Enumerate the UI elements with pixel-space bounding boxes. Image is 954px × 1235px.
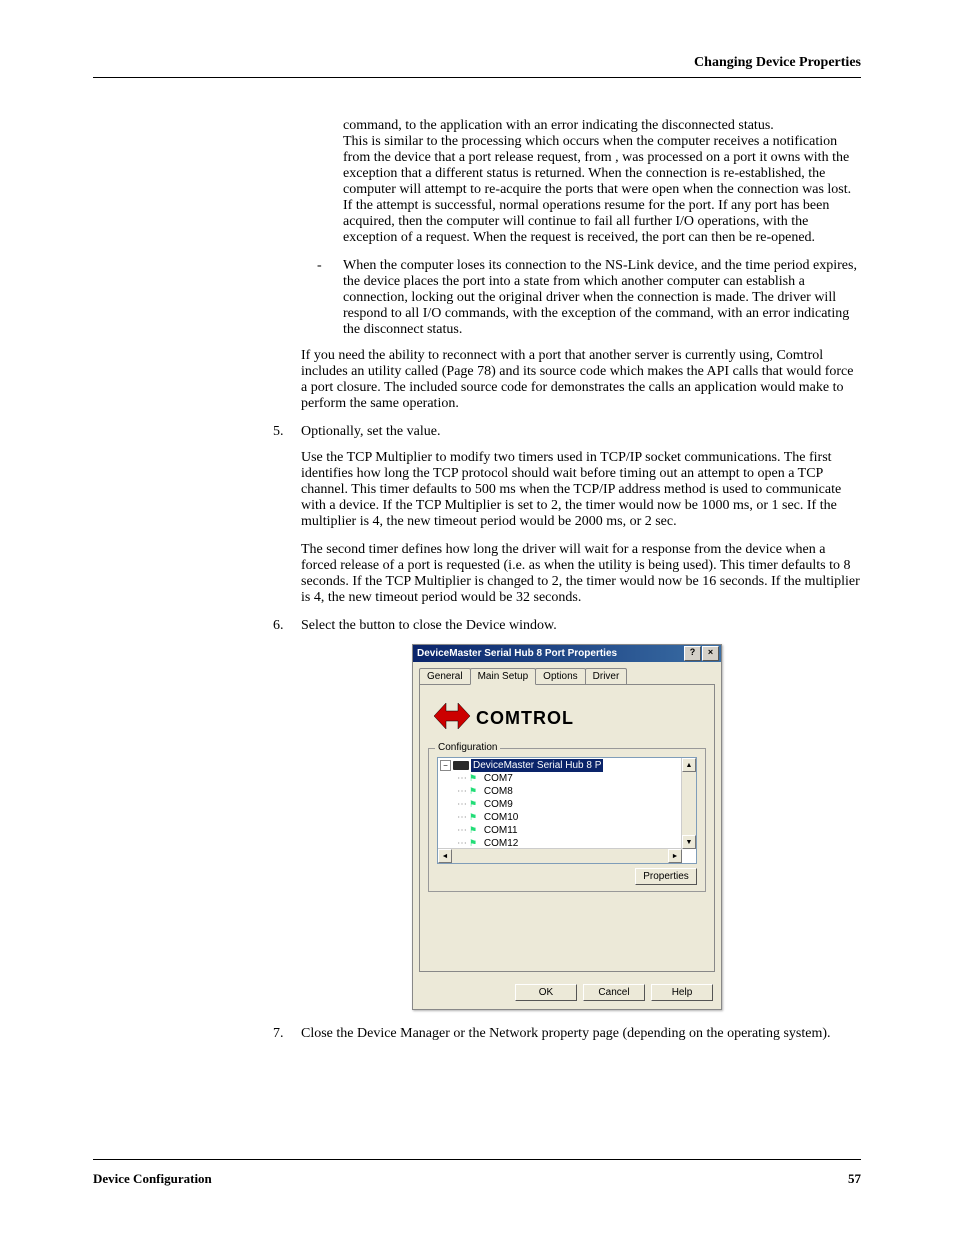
tree-label: COM9 (484, 798, 513, 811)
step-5-p1: Use the TCP Multiplier to modify two tim… (301, 450, 861, 530)
s5b: value. (407, 424, 441, 439)
title-buttons: ? × (683, 646, 719, 661)
footer-left: Device Configuration (93, 1171, 212, 1187)
configuration-group: Configuration − DeviceMaster Serial Hub … (428, 748, 706, 892)
step-5: 5. Optionally, set the value. (273, 424, 861, 440)
tree-item[interactable]: ⋯⚑ COM7 (456, 772, 694, 785)
footer-rule (93, 1159, 861, 1160)
page-header: Changing Device Properties (93, 55, 861, 71)
help-icon[interactable]: ? (684, 646, 701, 661)
step-5-text: Optionally, set the value. (301, 424, 861, 440)
step-6: 6. Select the button to close the Device… (273, 618, 861, 634)
s6a: Select the (301, 618, 359, 633)
port-icon: ⚑ (469, 811, 477, 824)
tab-main-setup[interactable]: Main Setup (470, 668, 537, 685)
tab-options[interactable]: Options (535, 668, 585, 684)
bullet-text: When the computer loses its connection t… (343, 258, 861, 338)
s5a: Optionally, set the (301, 424, 407, 439)
group-label: Configuration (435, 742, 500, 753)
comtrol-logo: COMTROL (428, 697, 706, 738)
dialog-title: DeviceMaster Serial Hub 8 Port Propertie… (417, 648, 617, 659)
paragraph-reconnect: If you need the ability to reconnect wit… (301, 348, 861, 412)
bullet-item: - When the computer loses its connection… (317, 258, 861, 338)
step-7: 7. Close the Device Manager or the Netwo… (273, 1026, 861, 1042)
header-rule (93, 77, 861, 78)
tree-label: COM10 (484, 811, 518, 824)
tree-root-label[interactable]: DeviceMaster Serial Hub 8 P (471, 759, 603, 772)
tree-root-row[interactable]: − DeviceMaster Serial Hub 8 P (440, 759, 694, 772)
tree-item[interactable]: ⋯⚑ COM11 (456, 824, 694, 837)
scroll-left-icon[interactable]: ◄ (438, 849, 452, 863)
ok-button[interactable]: OK (515, 984, 577, 1001)
port-icon: ⚑ (469, 798, 477, 811)
p2d: request is received, the port can then b… (531, 230, 816, 245)
scrollbar-horizontal[interactable]: ◄ ► (438, 848, 682, 863)
tab-strip: General Main Setup Options Driver (413, 662, 721, 684)
port-icon: ⚑ (469, 772, 477, 785)
step-7-text: Close the Device Manager or the Network … (301, 1026, 861, 1042)
tab-general[interactable]: General (419, 668, 471, 684)
help-button[interactable]: Help (651, 984, 713, 1001)
svg-text:COMTROL: COMTROL (476, 708, 574, 728)
page-footer: Device Configuration 57 (93, 1171, 861, 1187)
p1: command, to the application with an erro… (343, 118, 774, 133)
scrollbar-vertical[interactable]: ▲ ▼ (681, 758, 696, 849)
device-tree[interactable]: − DeviceMaster Serial Hub 8 P ⋯⚑ COM7 ⋯⚑… (437, 757, 697, 864)
port-icon: ⚑ (469, 824, 477, 837)
tree-label: COM8 (484, 785, 513, 798)
tree-item[interactable]: ⋯⚑ COM8 (456, 785, 694, 798)
step-7-num: 7. (273, 1026, 301, 1042)
content-area: command, to the application with an erro… (273, 118, 861, 1042)
dialog-figure: DeviceMaster Serial Hub 8 Port Propertie… (273, 644, 861, 1010)
device-icon (453, 761, 469, 770)
tree-item[interactable]: ⋯⚑ COM10 (456, 811, 694, 824)
properties-button[interactable]: Properties (635, 868, 697, 885)
step-6-text: Select the button to close the Device wi… (301, 618, 861, 634)
tab-driver[interactable]: Driver (585, 668, 628, 684)
scroll-up-icon[interactable]: ▲ (682, 758, 696, 772)
collapse-icon[interactable]: − (440, 760, 451, 771)
s6b: button to close the Device window. (359, 618, 556, 633)
scroll-down-icon[interactable]: ▼ (682, 835, 696, 849)
tab-panel: COMTROL Configuration − DeviceMaster S (419, 684, 715, 972)
tree-label: COM7 (484, 772, 513, 785)
footer-right: 57 (848, 1171, 861, 1187)
scroll-right-icon[interactable]: ► (668, 849, 682, 863)
cancel-button[interactable]: Cancel (583, 984, 645, 1001)
titlebar: DeviceMaster Serial Hub 8 Port Propertie… (413, 645, 721, 662)
p2c: request. When the (426, 230, 531, 245)
close-icon[interactable]: × (702, 646, 719, 661)
tree-label: COM11 (484, 824, 518, 837)
step-5-num: 5. (273, 424, 301, 440)
port-icon: ⚑ (469, 785, 477, 798)
properties-dialog: DeviceMaster Serial Hub 8 Port Propertie… (412, 644, 722, 1010)
bullet-dash: - (317, 258, 343, 338)
step-5-p2: The second timer defines how long the dr… (301, 542, 861, 606)
step-6-num: 6. (273, 618, 301, 634)
continuation-text: command, to the application with an erro… (343, 118, 861, 246)
dialog-buttons: OK Cancel Help (413, 978, 721, 1009)
tree-item[interactable]: ⋯⚑ COM9 (456, 798, 694, 811)
